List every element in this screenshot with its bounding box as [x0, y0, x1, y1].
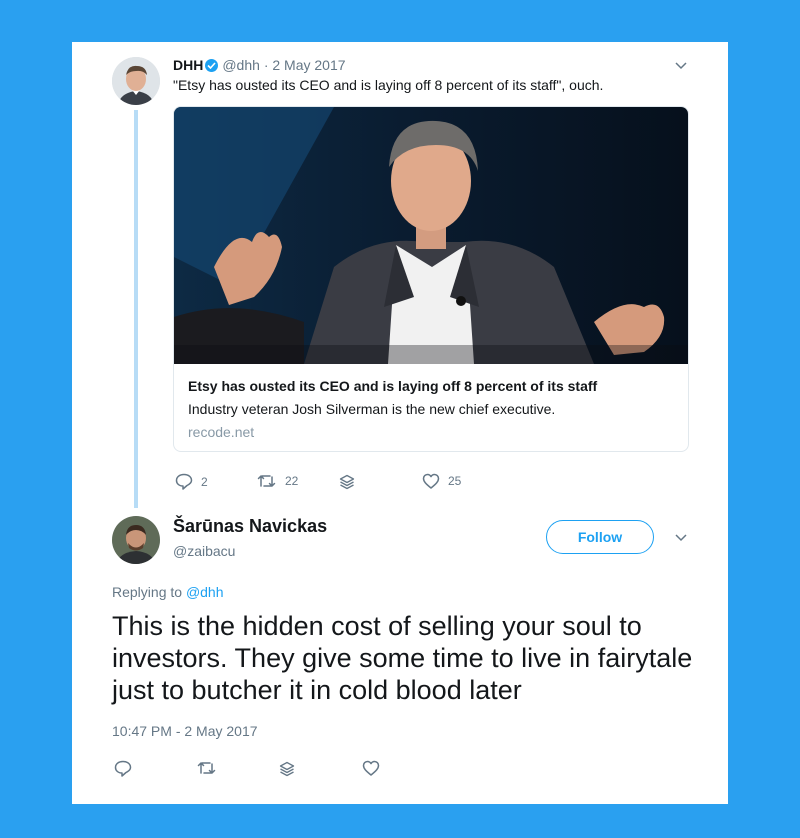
heart-icon [422, 473, 440, 489]
link-card[interactable]: Etsy has ousted its CEO and is laying of… [173, 106, 689, 452]
reply-icon [175, 473, 193, 490]
article-image [174, 107, 688, 364]
reply-author-handle[interactable]: @zaibacu [173, 543, 235, 559]
replying-prefix: Replying to [112, 584, 183, 600]
stack-icon [339, 474, 355, 490]
thread-connector-line [134, 110, 138, 508]
parent-tweet-text: "Etsy has ousted its CEO and is laying o… [173, 77, 604, 93]
like-action[interactable]: 25 [422, 473, 461, 489]
link-card-description: Industry veteran Josh Silverman is the n… [188, 401, 556, 417]
verified-icon [205, 59, 219, 72]
replying-to-handle[interactable]: @dhh [186, 584, 224, 600]
chevron-down-icon[interactable] [675, 62, 687, 70]
retweet-action[interactable]: 22 [257, 473, 298, 489]
stack-action[interactable] [279, 761, 295, 777]
reply-action[interactable] [114, 760, 132, 777]
like-count: 25 [448, 474, 462, 488]
author-handle[interactable]: @dhh [222, 57, 260, 73]
heart-icon [362, 760, 380, 776]
reply-action[interactable]: 2 [175, 473, 208, 490]
link-card-title[interactable]: Etsy has ousted its CEO and is laying of… [188, 378, 597, 394]
link-card-domain: recode.net [188, 424, 255, 440]
reply-count: 2 [201, 474, 208, 489]
chevron-down-icon[interactable] [675, 534, 687, 542]
retweet-icon [197, 762, 216, 774]
reply-author-name[interactable]: Šarūnas Navickas [173, 516, 327, 537]
tweet-date[interactable]: · 2 May 2017 [264, 57, 346, 73]
parent-tweet-header: DHH @dhh · 2 May 2017 [173, 57, 346, 73]
stack-action[interactable] [339, 474, 355, 490]
retweet-count: 22 [285, 474, 299, 488]
stack-icon [279, 761, 295, 777]
reply-timestamp[interactable]: 10:47 PM - 2 May 2017 [112, 723, 258, 739]
reply-tweet-text: This is the hidden cost of selling your … [112, 611, 693, 705]
like-action[interactable] [362, 760, 380, 776]
zaibacu-avatar[interactable] [112, 516, 160, 564]
author-name[interactable]: DHH [173, 57, 203, 73]
retweet-action[interactable] [197, 760, 217, 776]
dhh-avatar[interactable] [112, 57, 160, 105]
replying-to-line: Replying to @dhh [112, 584, 224, 600]
reply-icon [114, 760, 132, 777]
follow-button[interactable]: Follow [546, 520, 654, 554]
retweet-icon [257, 475, 276, 487]
